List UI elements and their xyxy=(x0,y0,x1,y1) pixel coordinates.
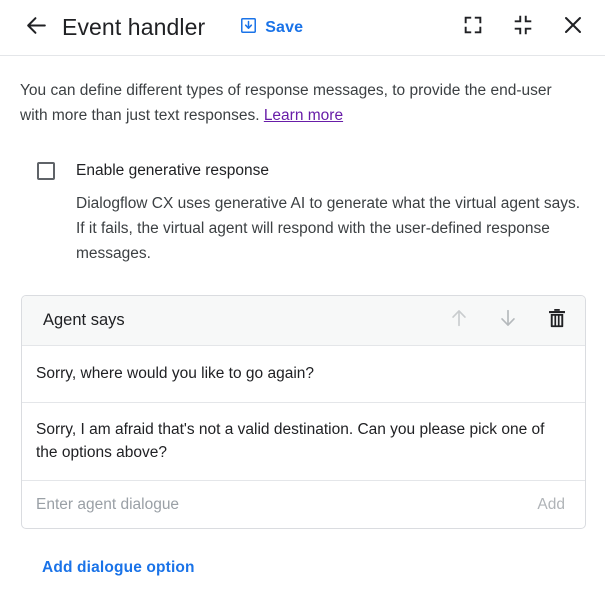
delete-button[interactable] xyxy=(541,305,573,337)
arrow-down-icon xyxy=(497,307,519,334)
agent-says-card: Agent says xyxy=(21,295,586,529)
enable-generative-response-row: Enable generative response xyxy=(20,160,585,182)
learn-more-link[interactable]: Learn more xyxy=(264,107,343,124)
add-dialogue-option-button[interactable]: Add dialogue option xyxy=(42,559,195,577)
save-button[interactable]: Save xyxy=(239,16,303,40)
new-agent-message-row: Enter agent dialogue Add xyxy=(22,481,585,528)
header-actions xyxy=(457,12,589,44)
expand-icon xyxy=(462,14,484,41)
enable-generative-response-checkbox[interactable] xyxy=(37,162,55,180)
close-button[interactable] xyxy=(557,12,589,44)
expand-button[interactable] xyxy=(457,12,489,44)
trash-icon xyxy=(546,307,568,334)
agent-message-row[interactable]: Sorry, I am afraid that's not a valid de… xyxy=(22,403,585,481)
move-down-button[interactable] xyxy=(492,305,524,337)
agent-says-card-actions xyxy=(443,305,573,337)
generative-response-description: Dialogflow CX uses generative AI to gene… xyxy=(76,191,585,266)
collapse-button[interactable] xyxy=(507,12,539,44)
agent-message-row[interactable]: Sorry, where would you like to go again? xyxy=(22,346,585,403)
agent-dialogue-input[interactable]: Enter agent dialogue xyxy=(36,496,537,514)
enable-generative-response-label: Enable generative response xyxy=(76,160,269,182)
agent-says-card-header: Agent says xyxy=(22,296,585,346)
move-up-button[interactable] xyxy=(443,305,475,337)
add-message-button[interactable]: Add xyxy=(537,496,565,514)
dialog-body: You can define different types of respon… xyxy=(0,56,605,577)
back-button[interactable] xyxy=(20,12,52,44)
save-label: Save xyxy=(265,19,303,37)
close-icon xyxy=(561,13,585,42)
arrow-left-icon xyxy=(24,13,49,43)
save-icon xyxy=(239,16,258,40)
dialog-header: Event handler Save xyxy=(0,0,605,56)
collapse-icon xyxy=(512,14,534,41)
page-title: Event handler xyxy=(62,14,205,41)
agent-says-title: Agent says xyxy=(43,311,125,330)
arrow-up-icon xyxy=(448,307,470,334)
intro-text: You can define different types of respon… xyxy=(20,78,576,128)
